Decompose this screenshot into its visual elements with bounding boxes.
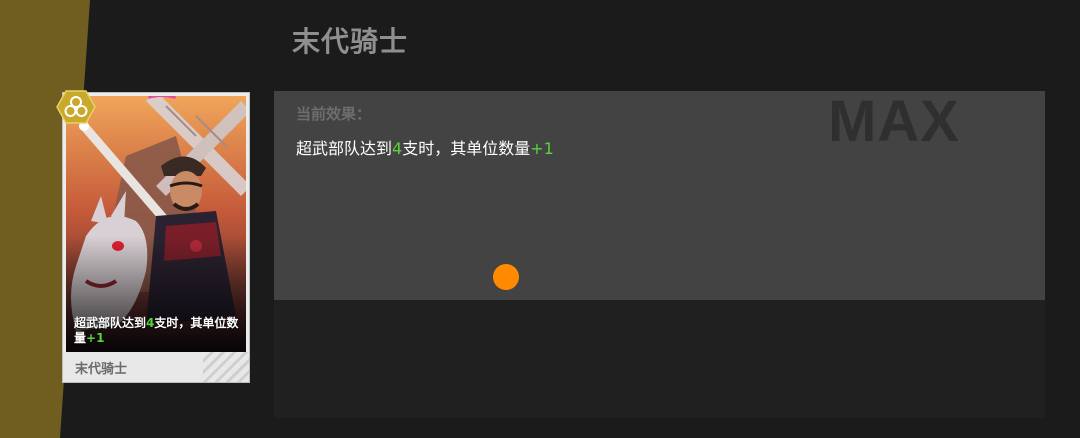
- knight-card[interactable]: 超武部队达到4支时，其单位数量+1 末代骑士: [63, 93, 249, 382]
- max-label: MAX: [828, 89, 960, 154]
- triple-circle-icon: [56, 90, 96, 124]
- effect-panel-lower: [274, 300, 1045, 418]
- effect-text-part1: 超武部队达到: [296, 139, 393, 158]
- effect-text-part2: 支时，其单位数量: [402, 139, 531, 158]
- effect-number-bonus: +1: [530, 139, 554, 158]
- card-number-bonus: +1: [86, 331, 105, 345]
- card-artwork: 超武部队达到4支时，其单位数量+1: [66, 96, 246, 352]
- card-text-part1: 超武部队达到: [74, 316, 147, 330]
- effect-number-count: 4: [392, 139, 403, 158]
- knight-illustration: [66, 96, 246, 352]
- card-footer: 末代骑士: [63, 352, 249, 382]
- orange-marker-dot[interactable]: [493, 264, 519, 290]
- effect-description: 超武部队达到4支时，其单位数量+1: [296, 139, 554, 159]
- effect-panel: MAX 当前效果： 超武部队达到4支时，其单位数量+1: [274, 91, 1045, 300]
- game-screen: 末代骑士 MAX 当前效果： 超武部队达到4支时，其单位数量+1 超武部队达到4…: [0, 0, 1080, 438]
- card-name: 末代骑士: [75, 362, 128, 377]
- current-effect-label: 当前效果：: [296, 105, 372, 123]
- card-stripe-decoration: [203, 352, 249, 382]
- page-title: 末代骑士: [292, 25, 409, 58]
- card-effect-text: 超武部队达到4支时，其单位数量+1: [74, 316, 239, 346]
